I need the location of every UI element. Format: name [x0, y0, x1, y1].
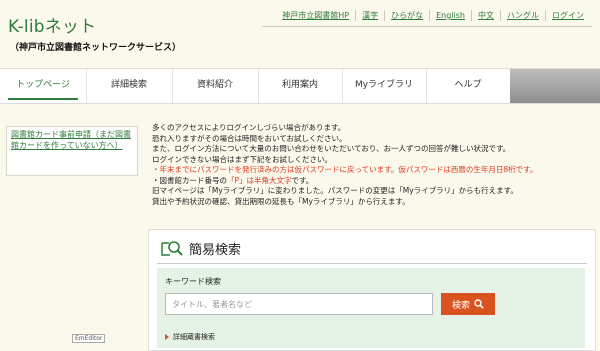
book-search-icon [161, 241, 183, 256]
tab-my-library[interactable]: Myライブラリ [342, 69, 427, 103]
top-links: 神戸市立図書館HP 漢字 ひらがな English 中文 ハングル ログイン [276, 10, 590, 21]
notice-card-number-line: ・図書館カード番号の「P」は半角大文字です。 [152, 176, 592, 187]
notice-line: 恐れ入りますがその場合は時間をおいてお試しください。 [152, 133, 347, 143]
link-hiragana[interactable]: ひらがな [384, 10, 429, 21]
site-logo[interactable]: K-libネット [8, 12, 96, 37]
nav-filler [510, 69, 600, 103]
card-number-suffix: です。 [291, 175, 314, 185]
link-login[interactable]: ログイン [545, 10, 590, 21]
keyword-search-label: キーワード検索 [165, 277, 221, 286]
top-links-divider [262, 26, 592, 27]
panel-divider [157, 263, 587, 264]
simple-search-panel: 簡易検索 キーワード検索 検索 詳細蔵書検索 [148, 229, 596, 351]
site-subtitle: （神戸市立図書館ネットワークサービス） [10, 43, 182, 53]
card-number-highlight: 「P」は半角大文字 [227, 175, 292, 185]
card-number-prefix: ・図書館カード番号の [152, 175, 227, 185]
keyword-search-area: キーワード検索 検索 詳細蔵書検索 [157, 268, 585, 348]
triangle-right-icon [165, 334, 169, 340]
search-button-label: 検索 [451, 300, 470, 311]
sidebar-card-application-link[interactable]: 図書館カード事前申請（まだ図書館カードを作っていない方へ） [6, 126, 138, 176]
tab-top-page[interactable]: トップページ [0, 69, 87, 103]
notice-line: 旧マイページは「Myライブラリ」に変わりました。パスワードの変更は「Myライブラ… [152, 186, 518, 195]
tab-help[interactable]: ヘルプ [426, 69, 511, 103]
link-kanji[interactable]: 漢字 [355, 10, 384, 21]
notice-line: 多くのアクセスによりログインしづらい場合があります。 [152, 123, 346, 132]
link-korean[interactable]: ハングル [500, 10, 545, 21]
notice-line: また、ログイン方法について大量のお問い合わせをいただいており、お一人ずつの回答が… [152, 144, 511, 153]
link-chinese[interactable]: 中文 [471, 10, 500, 21]
notice-password-warning: ・年末までにパスワードを発行済みの方は仮パスワードに戻っています。仮パスワードは… [152, 165, 538, 174]
notice-block: 多くのアクセスによりログインしづらい場合があります。 恐れ入りますがその場合は時… [152, 123, 592, 207]
tab-advanced-search[interactable]: 詳細検索 [86, 69, 173, 103]
search-icon [474, 299, 484, 309]
simple-search-heading: 簡易検索 [161, 236, 241, 260]
editor-tag: EmEditor [72, 334, 106, 343]
keyword-search-input[interactable] [165, 293, 433, 315]
tab-materials[interactable]: 資料紹介 [172, 69, 259, 103]
search-button[interactable]: 検索 [441, 293, 495, 315]
main-nav: トップページ 詳細検索 資料紹介 利用案内 Myライブラリ ヘルプ [0, 68, 600, 104]
link-library-hp[interactable]: 神戸市立図書館HP [276, 10, 355, 21]
tab-usage-guide[interactable]: 利用案内 [258, 69, 343, 103]
link-english[interactable]: English [429, 10, 471, 21]
simple-search-title: 簡易検索 [189, 242, 242, 258]
site-header: K-libネット （神戸市立図書館ネットワークサービス） 神戸市立図書館HP 漢… [0, 0, 600, 68]
notice-line: 貸出や予約状況の確認、貸出期限の延長も「Myライブラリ」から行えます。 [152, 196, 410, 206]
notice-line: ログインできない場合はまず下記をお試しください。 [152, 154, 332, 164]
